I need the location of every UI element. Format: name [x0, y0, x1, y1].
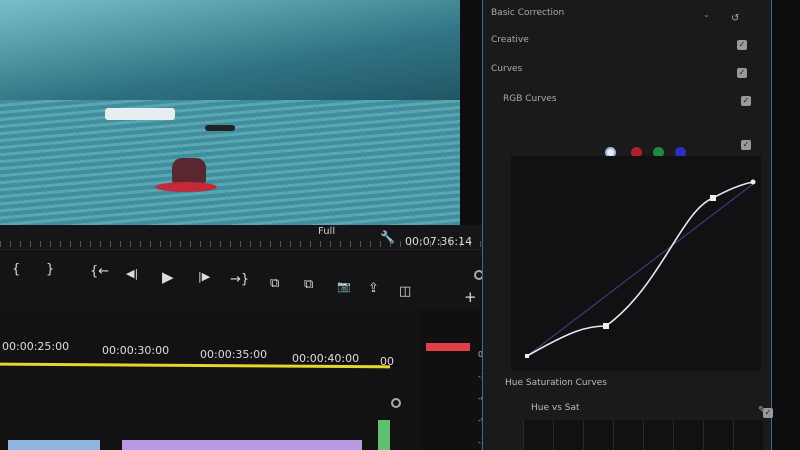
zoom-select[interactable]: Full [318, 226, 335, 237]
time-label: 00:00:35:00 [200, 348, 268, 361]
hue-vs-sat-checkbox[interactable]: ✓ [763, 408, 773, 418]
chevron-down-icon[interactable]: ⌄ [703, 10, 710, 19]
section-curves[interactable]: Curves [491, 64, 522, 74]
video-clip[interactable] [122, 440, 362, 450]
curve-point [525, 354, 529, 358]
boat-image [105, 108, 175, 120]
hue-vs-sat-graph[interactable] [523, 420, 763, 450]
kayaker-image [172, 158, 206, 184]
curve-point [750, 179, 756, 185]
step-back-button[interactable]: ◀| [126, 267, 138, 280]
water-image [0, 100, 460, 225]
curve-point [603, 323, 609, 329]
rgb-curve-graph[interactable] [511, 156, 761, 371]
subsection-rgb-curves[interactable]: RGB Curves [503, 94, 557, 104]
time-label: 00:00:25:00 [2, 340, 70, 353]
curve-point [710, 195, 716, 201]
step-forward-button[interactable]: |▶ [198, 270, 210, 283]
kayak-image [155, 182, 217, 192]
audio-clip[interactable] [378, 420, 390, 450]
add-button[interactable]: + [464, 288, 477, 306]
curves-checkbox[interactable]: ✓ [737, 68, 747, 78]
glacier-image [0, 0, 460, 105]
boat-image [205, 125, 235, 131]
compare-button[interactable]: ◫ [399, 284, 411, 299]
video-clip[interactable] [8, 440, 100, 450]
curve-enable-checkbox[interactable]: ✓ [741, 140, 751, 150]
share-button[interactable]: ⇪ [368, 281, 379, 296]
hue-vs-sat-label: Hue vs Sat [531, 403, 580, 413]
section-hue-saturation-curves[interactable]: Hue Saturation Curves [505, 378, 607, 388]
play-button[interactable]: ▶ [162, 268, 174, 286]
mark-in-button[interactable]: { [12, 262, 20, 277]
creative-checkbox[interactable]: ✓ [737, 40, 747, 50]
go-to-out-button[interactable]: →} [230, 272, 249, 287]
reset-icon[interactable]: ↺ [731, 13, 739, 24]
section-creative[interactable]: Creative [491, 35, 529, 45]
transport-controls: { } {← ◀| ▶ |▶ →} ⧉ ⧉ 📷 ⇪ ◫ + [0, 250, 495, 310]
program-monitor-video [0, 0, 460, 225]
time-label: 00:00:40:00 [292, 352, 360, 365]
baseline-diagonal [526, 183, 754, 357]
wrench-icon[interactable]: 🔧 [380, 230, 395, 244]
rgb-curves-checkbox[interactable]: ✓ [741, 96, 751, 106]
timeline-panel[interactable]: 00:00:25:00 00:00:30:00 00:00:35:00 00:0… [0, 310, 420, 450]
lumetri-color-panel: Basic Correction ⌄ ↺ Creative ✓ Curves ✓… [482, 0, 773, 450]
peak-indicator [426, 343, 470, 351]
timeline-settings-icon[interactable] [391, 398, 401, 408]
playhead-timecode: 00:07:36:14 [405, 235, 473, 248]
time-label: 00:00:30:00 [102, 344, 170, 357]
overwrite-button[interactable]: ⧉ [304, 277, 313, 292]
go-to-in-button[interactable]: {← [90, 264, 109, 279]
mark-out-button[interactable]: } [46, 262, 54, 277]
section-basic-correction[interactable]: Basic Correction [491, 8, 564, 18]
export-frame-button[interactable]: 📷 [337, 280, 351, 293]
insert-button[interactable]: ⧉ [270, 276, 279, 291]
